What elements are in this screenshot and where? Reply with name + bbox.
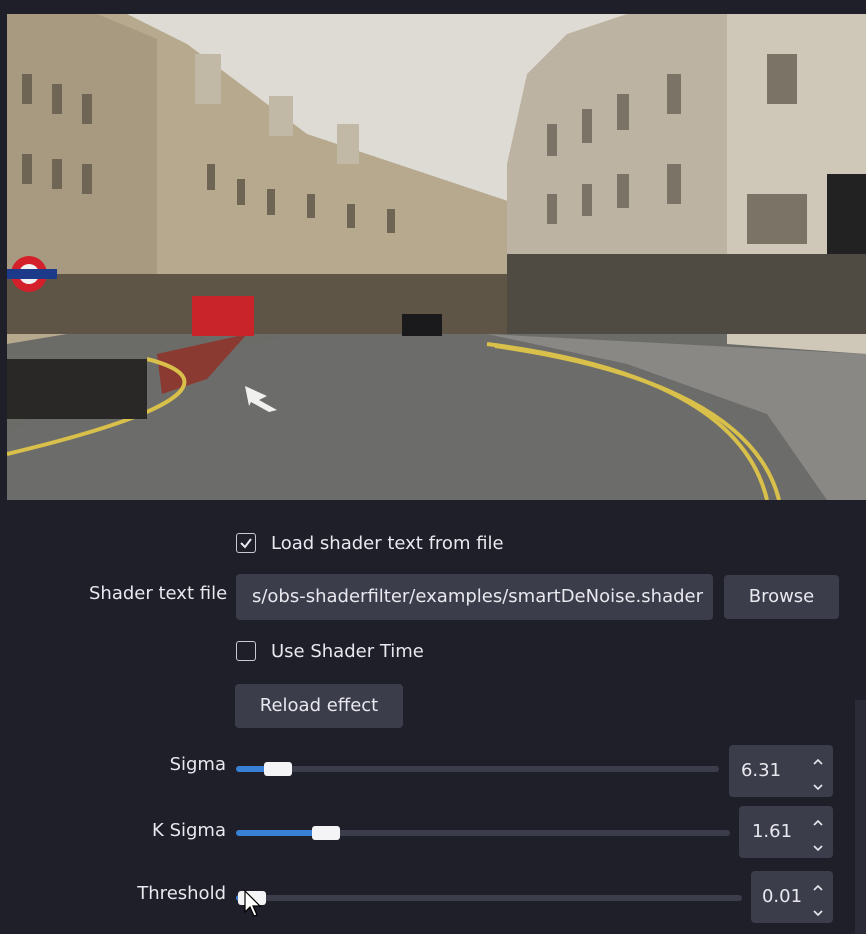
k-sigma-spinbox[interactable]: 1.61 — [739, 806, 833, 858]
chevron-up-icon[interactable] — [811, 755, 825, 769]
sigma-spinbox[interactable]: 6.31 — [729, 745, 833, 797]
chevron-down-icon[interactable] — [811, 841, 825, 855]
k-sigma-slider-fill — [236, 830, 316, 836]
use-shader-time-checkbox[interactable] — [236, 641, 256, 661]
threshold-label: Threshold — [137, 883, 226, 904]
sigma-label: Sigma — [169, 754, 226, 775]
threshold-slider[interactable] — [236, 891, 742, 905]
load-from-file-checkbox[interactable] — [236, 533, 256, 553]
sigma-slider[interactable] — [236, 762, 719, 776]
check-icon — [240, 538, 252, 549]
sigma-slider-fill — [236, 766, 266, 772]
shader-file-path: s/obs-shaderfilter/examples/smartDeNoise… — [251, 586, 703, 607]
sigma-slider-handle[interactable] — [264, 762, 292, 776]
browse-button[interactable]: Browse — [724, 575, 839, 619]
load-from-file-label[interactable]: Load shader text from file — [271, 533, 504, 554]
chevron-up-icon[interactable] — [811, 881, 825, 895]
use-shader-time-label[interactable]: Use Shader Time — [271, 641, 424, 662]
k-sigma-slider[interactable] — [236, 826, 730, 840]
chevron-down-icon[interactable] — [811, 780, 825, 794]
sigma-value: 6.31 — [740, 760, 782, 781]
shader-file-label: Shader text file — [89, 583, 228, 604]
k-sigma-label: K Sigma — [152, 820, 226, 841]
threshold-spinbox[interactable]: 0.01 — [751, 871, 833, 923]
chevron-up-icon[interactable] — [811, 816, 825, 830]
reload-effect-button[interactable]: Reload effect — [235, 684, 403, 728]
panel-scrollbar[interactable] — [855, 700, 866, 934]
chevron-down-icon[interactable] — [811, 906, 825, 920]
preview-image — [7, 14, 866, 500]
k-sigma-value: 1.61 — [751, 821, 793, 842]
mouse-cursor-icon — [244, 890, 262, 917]
shader-file-input[interactable]: s/obs-shaderfilter/examples/smartDeNoise… — [236, 574, 713, 620]
threshold-value: 0.01 — [761, 886, 803, 907]
k-sigma-slider-handle[interactable] — [312, 826, 340, 840]
